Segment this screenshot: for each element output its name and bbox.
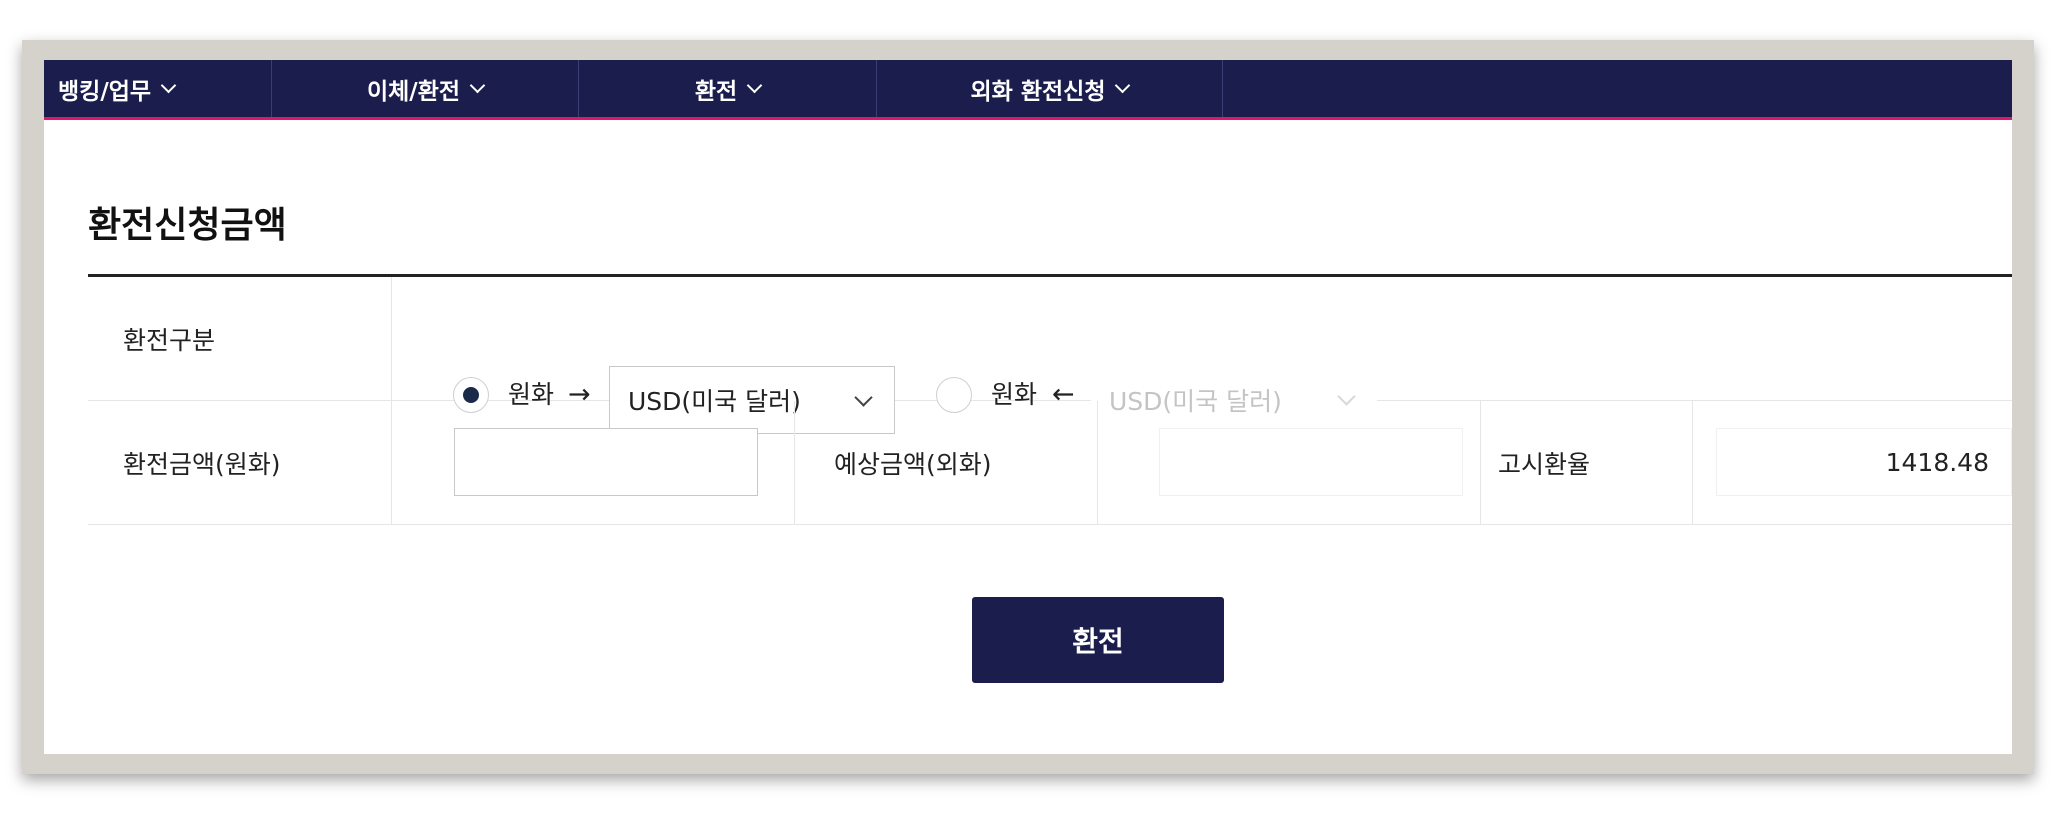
cell-divider xyxy=(391,277,392,400)
chevron-down-icon xyxy=(469,77,486,94)
form-row-amounts: 환전금액(원화) 예상금액(외화) 고시환율 1418.48 xyxy=(88,401,2012,525)
chevron-down-icon xyxy=(1115,77,1131,94)
exchange-type-label: 환전구분 xyxy=(123,325,216,355)
cell-divider xyxy=(391,401,392,524)
nav-item-label: 환전 xyxy=(694,78,738,105)
nav-item-label: 뱅킹/업무 xyxy=(58,78,152,105)
nav-item-label: 외화 환전신청 xyxy=(970,78,1106,105)
amount-krw-label: 환전금액(원화) xyxy=(123,449,281,479)
expected-amount-label: 예상금액(외화) xyxy=(834,449,992,479)
notice-rate-value: 1418.48 xyxy=(1716,428,2012,496)
cell-divider xyxy=(1692,401,1693,524)
section-title: 환전신청금액 xyxy=(88,205,287,246)
chevron-down-icon xyxy=(746,77,763,94)
nav-filler xyxy=(1223,60,2012,117)
exchange-submit-button[interactable]: 환전 xyxy=(972,597,1224,683)
top-nav: 뱅킹/업무 이체/환전 환전 외화 환전신청 xyxy=(44,60,2012,120)
cell-divider xyxy=(1480,401,1481,524)
nav-item-exchange[interactable]: 환전 xyxy=(579,60,877,117)
nav-item-transfer-exchange[interactable]: 이체/환전 xyxy=(272,60,579,117)
expected-amount-field xyxy=(1159,428,1463,496)
nav-item-fx-exchange-request[interactable]: 외화 환전신청 xyxy=(877,60,1223,117)
amount-krw-input[interactable] xyxy=(454,428,758,496)
cell-divider xyxy=(1097,401,1098,524)
nav-item-banking[interactable]: 뱅킹/업무 xyxy=(44,60,272,117)
notice-rate-text: 1418.48 xyxy=(1885,447,1989,477)
nav-item-label: 이체/환전 xyxy=(366,78,461,105)
notice-rate-label: 고시환율 xyxy=(1498,449,1591,479)
chevron-down-icon xyxy=(160,77,177,94)
cell-divider xyxy=(794,401,795,524)
form-row-exchange-type: 환전구분 원화 → USD(미국 달러) 원화 ← USD(미국 달러) xyxy=(88,277,2012,434)
exchange-window: 뱅킹/업무 이체/환전 환전 외화 환전신청 환전신청금액 환전구분 원화 → … xyxy=(44,60,2012,754)
